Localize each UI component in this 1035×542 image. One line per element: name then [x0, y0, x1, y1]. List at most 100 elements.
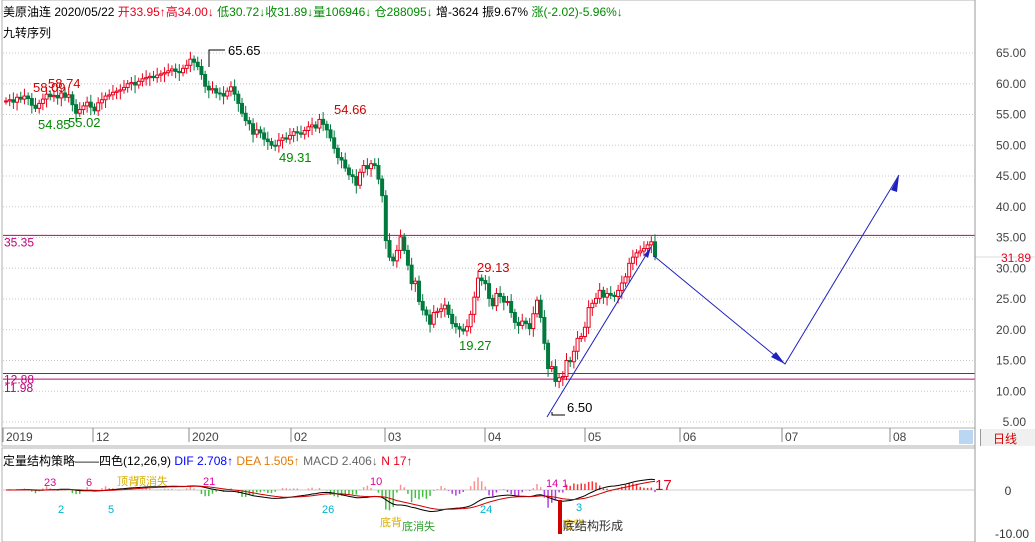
candle-body — [195, 61, 200, 68]
candle-body — [354, 176, 359, 186]
candle-body — [151, 75, 156, 79]
high-price: 高34.00↓ — [165, 5, 214, 19]
price-tick: 60.00 — [996, 77, 1026, 91]
candle-body — [487, 283, 492, 299]
time-label: 12 — [96, 430, 110, 444]
candle-body — [7, 99, 12, 102]
trough-marker — [551, 412, 565, 416]
period-label[interactable]: 日线 — [993, 430, 1017, 447]
time-label: 03 — [388, 430, 402, 444]
candle-body — [313, 124, 318, 129]
candle-body — [40, 98, 45, 104]
candle-body — [15, 96, 20, 103]
annotation-label: 54.66 — [334, 102, 367, 117]
candle-body — [405, 249, 410, 266]
candle-body — [335, 147, 340, 159]
candle-body — [210, 88, 215, 91]
macd-red-label: 1 — [562, 478, 568, 490]
candle-body — [420, 300, 425, 311]
candle-body — [582, 326, 587, 338]
candle-body — [199, 66, 204, 76]
candle-body — [103, 95, 108, 101]
candle-body — [66, 94, 71, 98]
time-label: 2019 — [6, 430, 33, 444]
candle-body — [310, 124, 315, 128]
candle-body — [402, 236, 407, 251]
price-tick: 65.00 — [996, 46, 1026, 60]
candle-body — [638, 250, 643, 254]
candle-body — [276, 139, 281, 147]
candle-body — [144, 77, 149, 80]
candle-body — [273, 144, 278, 147]
price-tick: 15.00 — [996, 354, 1026, 368]
candle-body — [579, 336, 584, 339]
candle-body — [413, 280, 418, 285]
arrow-head-up — [891, 175, 899, 192]
candle-body — [571, 350, 576, 363]
candle-body — [217, 92, 222, 95]
candle-body — [479, 277, 484, 282]
candle-body — [88, 101, 93, 108]
oi-change: 增-3624 — [436, 5, 479, 19]
candle-body — [461, 328, 466, 332]
candle-body — [33, 104, 38, 109]
price-tick: 40.00 — [996, 200, 1026, 214]
candle-body — [147, 75, 152, 79]
candle-body — [287, 134, 292, 140]
candle-body — [254, 129, 259, 135]
candle-body — [546, 342, 551, 369]
candle-body — [192, 58, 197, 63]
candle-body — [291, 131, 296, 136]
candle-body — [166, 70, 171, 74]
candle-body — [302, 129, 307, 135]
candle-body — [92, 106, 97, 112]
candle-body — [206, 85, 211, 91]
macd-red-label: 14 — [546, 478, 558, 490]
price-tick: 20.00 — [996, 323, 1026, 337]
candle-body — [125, 83, 130, 88]
candle-body — [99, 99, 104, 104]
candle-body — [424, 309, 429, 316]
candlesticks[interactable] — [4, 51, 657, 389]
candle-body — [77, 109, 82, 114]
annotation-label: 6.50 — [567, 400, 592, 415]
candle-body — [332, 137, 337, 149]
candle-body — [535, 299, 539, 315]
macd-header: 定量结构策略——四色(12,26,9) DIF 2.708↑ DEA 1.505… — [3, 452, 413, 469]
time-label: 05 — [588, 430, 602, 444]
quote-date: 2020/05/22 — [54, 5, 115, 19]
macd-count-label: 17 — [655, 477, 672, 494]
candle-body — [605, 292, 610, 298]
annotation-label: 54.85 — [38, 117, 71, 132]
candle-body — [81, 105, 86, 111]
price-tick: 45.00 — [996, 169, 1026, 183]
candle-body — [129, 82, 134, 85]
candle-body — [623, 276, 628, 284]
period-selector[interactable]: 日线 — [980, 429, 1035, 446]
price-tick: 50.00 — [996, 138, 1026, 152]
price-tick: 55.00 — [996, 108, 1026, 122]
candle-body — [560, 375, 565, 379]
candle-body — [630, 256, 635, 264]
candle-body — [442, 304, 447, 310]
candle-body — [324, 123, 329, 131]
time-label: 04 — [488, 430, 502, 444]
open-interest: 仓288095↓ — [374, 5, 433, 19]
candle-body — [346, 167, 351, 176]
candle-body — [162, 72, 167, 75]
candle-body — [155, 74, 160, 79]
candle-body — [243, 112, 248, 122]
macd-cyan-label: 26 — [322, 504, 334, 516]
scroll-thumb[interactable] — [959, 430, 973, 444]
macd-axis-neg10: -10.00 — [995, 527, 1029, 541]
candle-body — [299, 132, 303, 135]
annotation-label: 58.09 — [33, 80, 66, 95]
candle-body — [343, 159, 348, 169]
candle-body — [490, 297, 495, 307]
candle-body — [523, 320, 528, 325]
candle-body — [586, 307, 591, 328]
price-tick: 10.00 — [996, 384, 1026, 398]
candle-body — [306, 126, 311, 131]
dif-value: DIF 2.708↑ — [174, 454, 234, 468]
macd-indicator: 23 6 21 10 14 12 5 26 24 3顶背顶消失底背 底背底消失 底结构形成17 — [3, 474, 975, 534]
